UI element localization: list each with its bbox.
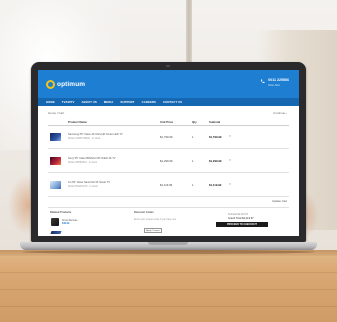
checkout-button[interactable]: PROCEED TO CHECKOUT	[216, 222, 268, 227]
product-thumbnail[interactable]	[50, 181, 61, 189]
site-header: optimum 0011 225566 Mon-Sat	[38, 70, 299, 98]
remove-item-icon[interactable]: ×	[229, 158, 231, 162]
laptop-screen: optimum 0011 225566 Mon-Sat HOME TV/HDTV…	[38, 70, 299, 236]
quantity-input[interactable]: 1	[192, 183, 194, 187]
wooden-table	[0, 250, 337, 322]
unit-price: $1,119.99	[160, 183, 173, 187]
header-price: Unit Price	[160, 120, 174, 124]
continue-shopping-link[interactable]: Continue ›	[273, 111, 287, 115]
cart-page: Home / Cart Continue › Product Name Unit…	[38, 106, 299, 236]
product-thumbnail[interactable]	[50, 157, 61, 165]
row-subtotal: $1,119.99	[209, 183, 222, 187]
webcam-icon	[166, 65, 170, 67]
logo-text: optimum	[57, 80, 86, 88]
background-pole	[186, 0, 192, 70]
nav-item-home[interactable]: HOME	[46, 100, 55, 104]
nav-item-contact[interactable]: CONTACT US	[163, 100, 182, 104]
apply-coupon-button[interactable]: Apply Coupon	[144, 228, 162, 233]
phone-icon	[261, 79, 265, 84]
product-detail: Model UN65TU8000 · In stock	[68, 137, 101, 140]
site-logo[interactable]: optimum	[46, 78, 85, 90]
row-subtotal: $1,299.99	[209, 159, 222, 163]
logo-ring-icon	[46, 79, 55, 89]
wood-grain	[0, 306, 337, 307]
cart-row: Samsung 65" Class 4K Ultra HD Smart LED …	[48, 127, 289, 149]
product-thumbnail[interactable]	[50, 133, 61, 141]
nav-item-support[interactable]: SUPPORT	[120, 100, 134, 104]
grand-total: Grand Total $4,219.97	[228, 217, 254, 220]
coupon-hint: Enter your coupon code if you have one	[134, 218, 177, 221]
coupon-title: Discount Codes	[134, 211, 154, 214]
cart-footer: Related Products Smart Remote $49.99 Dis…	[48, 207, 289, 236]
remove-item-icon[interactable]: ×	[229, 134, 231, 138]
unit-price: $1,799.99	[160, 135, 173, 139]
header-product: Product Name	[68, 120, 87, 124]
wood-grain	[0, 272, 337, 273]
laptop-shadow	[22, 250, 315, 254]
product-detail: Model XR55A80J · In stock	[68, 161, 97, 164]
row-subtotal: $1,799.99	[209, 135, 222, 139]
quantity-input[interactable]: 1	[192, 159, 194, 163]
product-name[interactable]: Samsung 65" Class 4K Ultra HD Smart LED …	[68, 133, 148, 136]
related-product-thumbnail[interactable]	[50, 231, 62, 234]
header-subtotal: Subtotal	[209, 120, 221, 124]
breadcrumb[interactable]: Home / Cart	[48, 111, 64, 115]
product-name[interactable]: Sony 55" Class BRAVIA XR OLED 4K TV	[68, 157, 148, 160]
header-contact: 0011 225566 Mon-Sat	[260, 78, 289, 87]
update-cart-link[interactable]: Update Cart	[272, 199, 287, 203]
quantity-input[interactable]: 1	[192, 135, 194, 139]
related-product-price: $49.99	[62, 222, 70, 225]
laptop-notch	[148, 242, 188, 245]
nav-item-tv[interactable]: TV/HDTV	[62, 100, 75, 104]
cart-subtotal: Subtotal $4,219.97	[228, 213, 249, 216]
related-product-thumbnail[interactable]	[51, 218, 59, 226]
wood-grain	[0, 289, 337, 290]
header-qty: Qty	[192, 120, 197, 124]
main-nav: HOME TV/HDTV ABOUT US MEDIA SUPPORT CARE…	[38, 98, 299, 106]
nav-item-about[interactable]: ABOUT US	[81, 100, 96, 104]
header-hours: Mon-Sat	[268, 83, 280, 87]
nav-item-media[interactable]: MEDIA	[104, 100, 114, 104]
related-products-title: Related Products	[50, 211, 72, 214]
product-detail: Model 65NANO75 · In stock	[68, 185, 98, 188]
unit-price: $1,299.99	[160, 159, 173, 163]
remove-item-icon[interactable]: ×	[229, 182, 231, 186]
cart-row: LG 65" Class NanoCell 4K Smart TV Model …	[48, 175, 289, 197]
cart-table-header: Product Name Unit Price Qty Subtotal	[48, 119, 289, 126]
nav-item-careers[interactable]: CAREERS	[142, 100, 156, 104]
product-name[interactable]: LG 65" Class NanoCell 4K Smart TV	[68, 181, 148, 184]
cart-row: Sony 55" Class BRAVIA XR OLED 4K TV Mode…	[48, 151, 289, 173]
